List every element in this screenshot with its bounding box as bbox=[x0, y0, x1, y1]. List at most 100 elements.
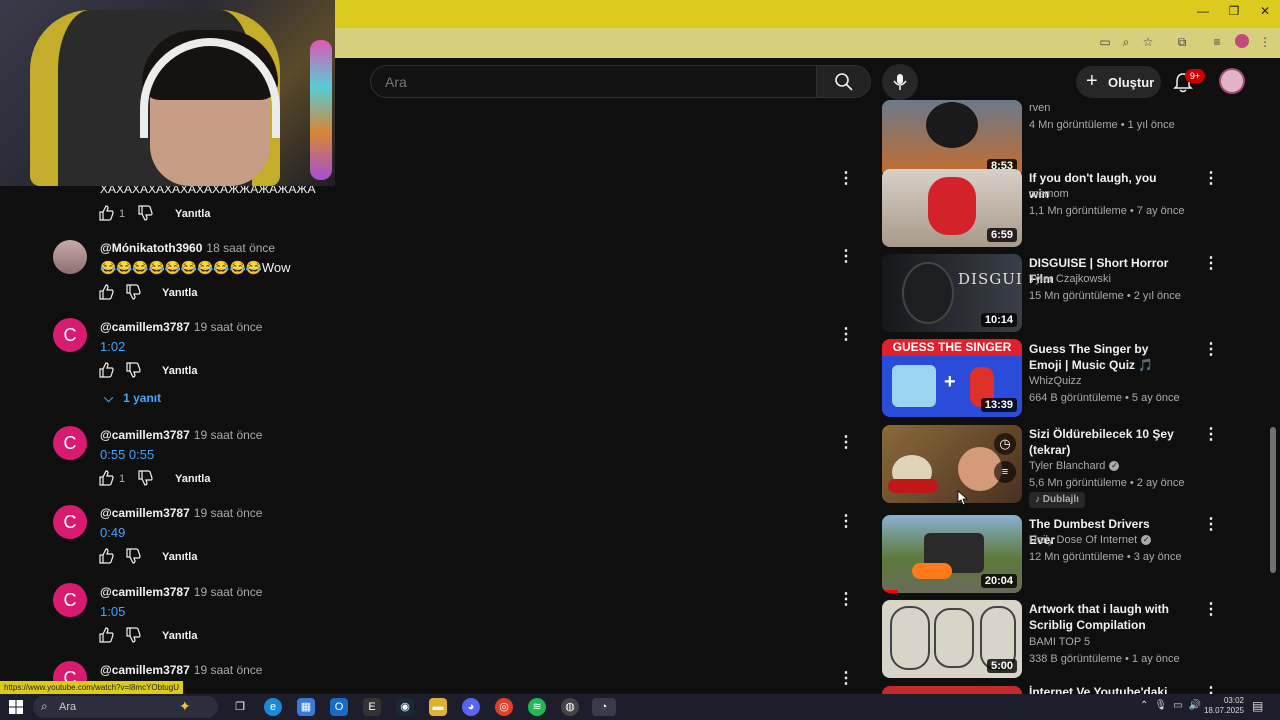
profile-avatar[interactable] bbox=[1235, 34, 1249, 48]
video-menu-icon[interactable]: ⋮ bbox=[1203, 686, 1217, 694]
comment-menu-icon[interactable]: ⋮ bbox=[838, 514, 854, 530]
watch-later-icon[interactable]: ◷ bbox=[994, 433, 1016, 455]
comment-author[interactable]: @camillem3787 19 saat önce bbox=[100, 320, 262, 334]
video-thumbnail[interactable]: 5:00 bbox=[882, 600, 1022, 678]
comment-author[interactable]: @camillem3787 19 saat önce bbox=[100, 585, 262, 599]
cast-icon[interactable]: ▭ bbox=[1096, 35, 1114, 49]
video-channel[interactable]: Tyler Blanchard ✓ bbox=[1029, 460, 1120, 472]
video-thumbnail[interactable]: 6:59 bbox=[882, 169, 1022, 247]
thumbs-down-icon[interactable] bbox=[125, 627, 141, 643]
timestamp-link[interactable]: 0:55 0:55 bbox=[100, 447, 154, 462]
video-menu-icon[interactable]: ⋮ bbox=[1203, 256, 1219, 272]
video-title[interactable]: Sizi Öldürebilecek 10 Şey (tekrar) bbox=[1029, 426, 1179, 458]
comment-author[interactable]: @Mónikatoth3960 18 saat önce bbox=[100, 241, 275, 255]
comment-menu-icon[interactable]: ⋮ bbox=[838, 171, 854, 187]
video-menu-icon[interactable]: ⋮ bbox=[1203, 602, 1219, 618]
comment-author[interactable]: @camillem3787 19 saat önce bbox=[100, 663, 262, 677]
browser-menu-icon[interactable]: ⋮ bbox=[1256, 35, 1274, 49]
search-button[interactable] bbox=[816, 65, 871, 98]
obs-icon[interactable]: ◍ bbox=[561, 698, 579, 716]
taskbar-search[interactable]: ⌕ Ara ✦ bbox=[33, 696, 218, 718]
video-menu-icon[interactable]: ⋮ bbox=[1203, 171, 1219, 187]
reply-button[interactable]: Yanıtla bbox=[162, 287, 197, 299]
extensions-icon[interactable]: ⧉ bbox=[1173, 35, 1191, 50]
video-channel[interactable]: BAMI TOP 5 bbox=[1029, 636, 1090, 648]
thumbs-up-icon[interactable] bbox=[98, 627, 114, 643]
video-channel[interactable]: Daily Dose Of Internet ✓ bbox=[1029, 534, 1152, 546]
chrome-icon[interactable]: ◎ bbox=[495, 698, 513, 716]
thumbs-down-icon[interactable] bbox=[125, 548, 141, 564]
system-tray[interactable]: ⌃🎙▭🔊 bbox=[1140, 700, 1207, 711]
reply-button[interactable]: Yanıtla bbox=[162, 551, 197, 563]
close-button[interactable]: ✕ bbox=[1252, 4, 1278, 18]
comment-time[interactable]: 19 saat önce bbox=[194, 428, 263, 442]
store-icon[interactable]: ▦ bbox=[297, 698, 315, 716]
reply-button[interactable]: Yanıtla bbox=[162, 365, 197, 377]
comment-menu-icon[interactable]: ⋮ bbox=[838, 435, 854, 451]
comment-time[interactable]: 19 saat önce bbox=[194, 663, 263, 677]
comment-menu-icon[interactable]: ⋮ bbox=[838, 327, 854, 343]
video-thumbnail[interactable] bbox=[882, 686, 1022, 694]
minimize-button[interactable]: — bbox=[1190, 4, 1216, 18]
file-explorer-icon[interactable]: ▬ bbox=[429, 698, 447, 716]
video-title[interactable]: İnternet Ve Youtube'daki En bbox=[1029, 684, 1179, 694]
video-thumbnail[interactable]: ◷ ≡ bbox=[882, 425, 1022, 503]
thumbs-up-icon[interactable] bbox=[98, 205, 114, 221]
edge-icon[interactable]: e bbox=[264, 698, 282, 716]
comment-menu-icon[interactable]: ⋮ bbox=[838, 592, 854, 608]
video-menu-icon[interactable]: ⋮ bbox=[1203, 427, 1219, 443]
thumbs-down-icon[interactable] bbox=[137, 205, 153, 221]
timestamp-link[interactable]: 0:49 bbox=[100, 525, 125, 540]
epic-games-icon[interactable]: E bbox=[363, 698, 381, 716]
comment-time[interactable]: 19 saat önce bbox=[194, 320, 263, 334]
reply-button[interactable]: Yanıtla bbox=[162, 630, 197, 642]
clock[interactable]: 03:02 18.07.2025 bbox=[1200, 696, 1244, 716]
discord-icon[interactable]: ◕ bbox=[462, 698, 480, 716]
account-avatar[interactable] bbox=[1219, 68, 1245, 94]
thumbs-up-icon[interactable] bbox=[98, 284, 114, 300]
create-button[interactable]: + Oluştur bbox=[1076, 66, 1161, 98]
video-thumbnail[interactable]: GUESS THE SINGER + 13:39 bbox=[882, 339, 1022, 417]
outlook-icon[interactable]: O bbox=[330, 698, 348, 716]
reply-button[interactable]: Yanıtla bbox=[175, 208, 210, 220]
page-scrollbar[interactable] bbox=[1268, 60, 1278, 694]
video-channel[interactable]: WhizQuizz bbox=[1029, 375, 1082, 387]
search-box[interactable]: Ara bbox=[370, 65, 816, 98]
maximize-button[interactable]: ❐ bbox=[1221, 4, 1247, 18]
thumbs-up-icon[interactable] bbox=[98, 470, 114, 486]
video-channel[interactable]: rven bbox=[1029, 102, 1050, 114]
video-menu-icon[interactable]: ⋮ bbox=[1203, 342, 1219, 358]
bookmark-star-icon[interactable]: ☆ bbox=[1139, 35, 1157, 49]
timestamp-link[interactable]: 1:02 bbox=[100, 339, 125, 354]
video-title[interactable]: Guess The Singer by Emoji | Music Quiz 🎵 bbox=[1029, 341, 1179, 373]
commenter-avatar[interactable]: C bbox=[53, 318, 87, 352]
task-view-icon[interactable]: ❐ bbox=[231, 698, 249, 716]
steam-icon[interactable]: ◉ bbox=[396, 698, 414, 716]
add-to-queue-icon[interactable]: ≡ bbox=[994, 461, 1016, 483]
commenter-avatar[interactable] bbox=[53, 240, 87, 274]
comment-author[interactable]: @camillem3787 19 saat önce bbox=[100, 428, 262, 442]
media-control-icon[interactable]: ≡ bbox=[1208, 35, 1226, 49]
voice-search-button[interactable] bbox=[882, 64, 918, 100]
video-channel[interactable]: Tyler Czajkowski bbox=[1029, 273, 1111, 285]
spotify-icon[interactable]: ≋ bbox=[528, 698, 546, 716]
video-thumbnail[interactable]: 20:04 bbox=[882, 515, 1022, 593]
video-menu-icon[interactable]: ⋮ bbox=[1203, 517, 1219, 533]
notification-center-icon[interactable]: ▤ bbox=[1252, 699, 1263, 713]
browser-taskbar-icon[interactable]: ◔ bbox=[592, 698, 616, 716]
zoom-icon[interactable]: ⌕ bbox=[1117, 35, 1135, 50]
video-thumbnail[interactable]: 8:53 bbox=[882, 100, 1022, 178]
comment-time[interactable]: 18 saat önce bbox=[206, 241, 275, 255]
comment-author[interactable]: @camillem3787 19 saat önce bbox=[100, 506, 262, 520]
commenter-avatar[interactable]: C bbox=[53, 583, 87, 617]
thumbs-up-icon[interactable] bbox=[98, 362, 114, 378]
scrollbar-thumb[interactable] bbox=[1270, 427, 1276, 573]
commenter-avatar[interactable]: C bbox=[53, 426, 87, 460]
thumbs-down-icon[interactable] bbox=[125, 284, 141, 300]
windows-start-icon[interactable] bbox=[9, 700, 23, 714]
comment-menu-icon[interactable]: ⋮ bbox=[838, 671, 854, 687]
commenter-avatar[interactable]: C bbox=[53, 505, 87, 539]
comment-menu-icon[interactable]: ⋮ bbox=[838, 249, 854, 265]
reply-button[interactable]: Yanıtla bbox=[175, 473, 210, 485]
video-channel[interactable]: memom bbox=[1029, 188, 1069, 200]
